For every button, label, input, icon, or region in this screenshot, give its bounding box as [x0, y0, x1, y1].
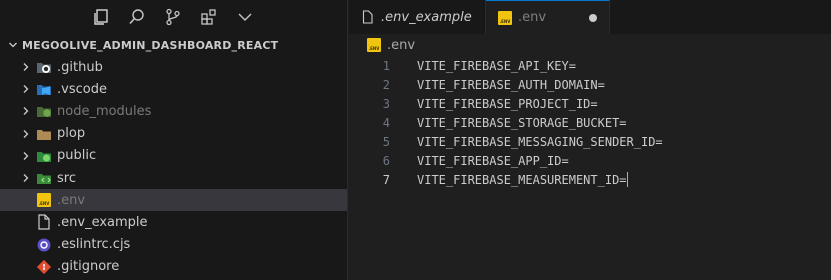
line-text: VITE_FIREBASE_STORAGE_BUCKET= [417, 115, 627, 130]
tree-item-label: .eslintrc.cjs [57, 237, 131, 253]
code-line: 4 VITE_FIREBASE_STORAGE_BUCKET= [349, 113, 831, 132]
node-folder-icon [36, 103, 52, 119]
chevron-right-icon [18, 148, 34, 164]
tab-env[interactable]: .ENV .env [486, 0, 610, 34]
code-line-current: 7 VITE_FIREBASE_MEASUREMENT_ID= [349, 170, 831, 189]
tree-item-label: .gitignore [57, 259, 120, 275]
line-number: 2 [382, 77, 390, 92]
line-number: 7 [382, 172, 390, 187]
tree-item-label: .env_example [57, 214, 148, 230]
line-number: 6 [382, 153, 390, 168]
github-folder-icon [36, 59, 52, 75]
tree-item-node-modules[interactable]: node_modules [0, 100, 347, 122]
chevron-down-icon[interactable] [234, 6, 256, 28]
tree-item-label: public [57, 148, 97, 164]
code-line: 6 VITE_FIREBASE_APP_ID= [349, 151, 831, 170]
folder-icon [36, 126, 52, 142]
tree-item-src[interactable]: src [0, 167, 347, 189]
tab-bar: .env_example .ENV .env [349, 0, 831, 34]
code-editor[interactable]: 1 VITE_FIREBASE_API_KEY= 2 VITE_FIREBASE_A… [349, 56, 831, 189]
tab-env-example[interactable]: .env_example [349, 0, 486, 34]
line-number: 4 [382, 115, 390, 130]
tree-item-label: .vscode [57, 81, 107, 97]
tree-item-plop[interactable]: plop [0, 123, 347, 145]
tab-bar-empty [610, 0, 831, 34]
search-icon[interactable] [126, 6, 148, 28]
tree-item-vscode[interactable]: .vscode [0, 78, 347, 100]
tree-item-label: .github [57, 59, 103, 75]
editor-area: .env_example .ENV .env .ENV .env 1 VITE_F… [349, 0, 831, 280]
tree-item-env-example[interactable]: .env_example [0, 211, 347, 233]
sidebar-toolbar [0, 0, 347, 34]
tab-label: .env_example [381, 9, 472, 25]
breadcrumb-file: .env [387, 37, 416, 53]
chevron-right-icon [18, 81, 34, 97]
tree-item-label: .env [57, 192, 86, 208]
code-line: 5 VITE_FIREBASE_MESSAGING_SENDER_ID= [349, 132, 831, 151]
code-line: 1 VITE_FIREBASE_API_KEY= [349, 56, 831, 75]
tree-item-public[interactable]: public [0, 145, 347, 167]
tab-label: .env [518, 10, 547, 25]
eslint-icon [36, 237, 52, 253]
line-text: VITE_FIREBASE_MESSAGING_SENDER_ID= [417, 134, 663, 149]
source-control-icon[interactable] [162, 6, 184, 28]
explorer-icon[interactable] [90, 6, 112, 28]
line-number: 1 [382, 58, 390, 73]
tree-item-label: plop [57, 126, 86, 142]
explorer-sidebar: MEGOOLIVE_ADMIN_DASHBOARD_REACT .github … [0, 0, 348, 280]
project-title: MEGOOLIVE_ADMIN_DASHBOARD_REACT [22, 38, 279, 52]
line-text: VITE_FIREBASE_AUTH_DOMAIN= [417, 77, 605, 92]
code-line: 2 VITE_FIREBASE_AUTH_DOMAIN= [349, 75, 831, 94]
public-folder-icon [36, 148, 52, 164]
tree-item-env[interactable]: .ENV .env [0, 189, 347, 212]
tree-item-label: src [57, 170, 76, 186]
line-text: VITE_FIREBASE_PROJECT_ID= [417, 96, 598, 111]
line-text: VITE_FIREBASE_APP_ID= [417, 153, 569, 168]
vscode-folder-icon [36, 81, 52, 97]
chevron-down-icon [6, 40, 20, 50]
line-text: VITE_FIREBASE_MEASUREMENT_ID= [417, 172, 627, 187]
git-icon [36, 259, 52, 275]
text-cursor [626, 172, 628, 187]
file-icon [361, 10, 375, 24]
env-file-icon: .ENV [367, 38, 381, 52]
env-file-icon: .ENV [36, 192, 52, 208]
line-text: VITE_FIREBASE_API_KEY= [417, 58, 576, 73]
tree-item-gitignore[interactable]: .gitignore [0, 256, 347, 278]
breadcrumb[interactable]: .ENV .env [349, 34, 831, 56]
src-folder-icon [36, 170, 52, 186]
chevron-right-icon [18, 103, 34, 119]
line-number: 5 [382, 134, 390, 149]
chevron-right-icon [18, 126, 34, 142]
tree-item-label: node_modules [57, 103, 152, 119]
tree-item-eslintrc[interactable]: .eslintrc.cjs [0, 234, 347, 256]
chevron-right-icon [18, 170, 34, 186]
extensions-icon[interactable] [198, 6, 220, 28]
project-header[interactable]: MEGOOLIVE_ADMIN_DASHBOARD_REACT [0, 34, 347, 56]
env-file-icon: .ENV [498, 10, 512, 25]
tree-item-github[interactable]: .github [0, 56, 347, 78]
chevron-right-icon [18, 59, 34, 75]
file-tree: .github .vscode node_modules plop public… [0, 56, 347, 278]
file-icon [36, 214, 52, 231]
code-line: 3 VITE_FIREBASE_PROJECT_ID= [349, 94, 831, 113]
unsaved-dot-icon[interactable] [589, 13, 597, 22]
line-number: 3 [382, 96, 390, 111]
